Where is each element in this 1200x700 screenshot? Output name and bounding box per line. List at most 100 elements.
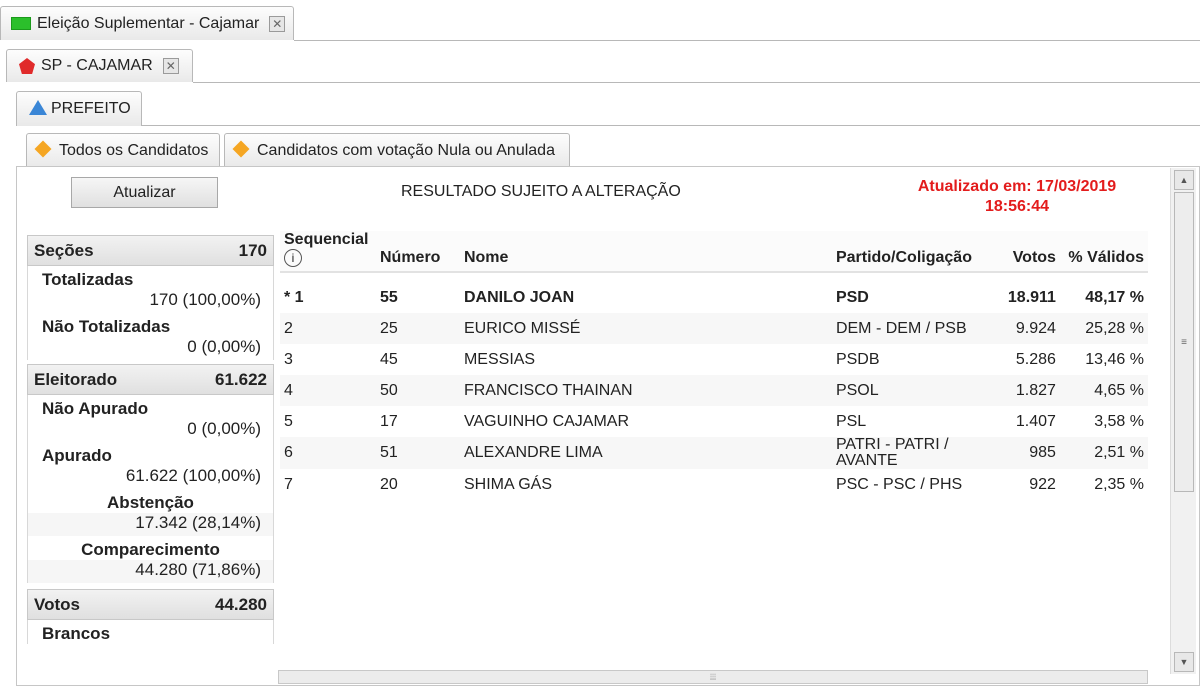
cell-numero: 51 xyxy=(375,437,460,469)
diamond-icon xyxy=(34,140,52,157)
info-icon[interactable]: i xyxy=(284,249,302,267)
stat-label: Comparecimento xyxy=(81,540,220,559)
tab-office[interactable]: PREFEITO xyxy=(16,91,142,126)
stat-value: 61.622 xyxy=(215,369,267,389)
stat-votos: Votos 44.280 xyxy=(27,589,274,620)
stats-sidebar: Seções 170 Totalizadas 170 (100,00%) Não… xyxy=(27,235,274,644)
cell-partido: PSD xyxy=(835,288,869,306)
table-row[interactable]: 4 50 FRANCISCO THAINAN PSOL 1.827 4,65 % xyxy=(280,375,1148,406)
tab-all-candidates[interactable]: Todos os Candidatos xyxy=(26,133,220,167)
horizontal-scrollbar[interactable]: ⦙⦙⦙ xyxy=(278,670,1148,684)
cell-sequencial: 5 xyxy=(284,412,293,430)
tab-bar-divider xyxy=(294,40,1200,41)
stat-value: 61.622 (100,00%) xyxy=(125,466,261,485)
stat-secoes: Seções 170 xyxy=(27,235,274,266)
cell-partido: PATRI - PATRI / AVANTE xyxy=(831,437,976,469)
col-numero[interactable]: Número xyxy=(375,231,460,273)
stat-label: Abstenção xyxy=(107,493,194,512)
col-partido[interactable]: Partido/Coligação xyxy=(831,231,976,273)
close-icon[interactable]: ✕ xyxy=(162,58,179,74)
scroll-down-icon[interactable]: ▼ xyxy=(1174,652,1194,672)
tab-office-label: PREFEITO xyxy=(51,100,131,117)
cell-partido: DEM - DEM / PSB xyxy=(831,313,976,344)
cell-numero: 45 xyxy=(379,350,398,368)
stat-eleitorado: Eleitorado 61.622 xyxy=(27,364,274,395)
refresh-button[interactable]: Atualizar xyxy=(71,177,218,208)
last-updated-date: Atualizado em: 17/03/2019 xyxy=(917,178,1117,195)
cell-validos: 2,51 % xyxy=(1059,437,1148,469)
stat-label: Votos xyxy=(34,594,80,614)
cell-sequencial: 4 xyxy=(280,375,376,406)
tab-null-votes[interactable]: Candidatos com votação Nula ou Anulada xyxy=(224,133,570,167)
cell-sequencial: 6 xyxy=(280,437,376,469)
table-row[interactable]: 3 45 MESSIAS PSDB 5.286 13,46 % xyxy=(280,344,1148,375)
vertical-scrollbar[interactable]: ▲ ≡ ▼ xyxy=(1170,168,1196,674)
stat-value: 44.280 (71,86%) xyxy=(28,560,273,583)
close-icon[interactable]: ✕ xyxy=(269,15,286,32)
cell-nome: ALEXANDRE LIMA xyxy=(459,437,832,469)
cell-numero: 17 xyxy=(379,412,398,430)
cell-nome: SHIMA GÁS xyxy=(463,475,552,493)
candidates-table: Sequencial i Número Nome Partido/Coligaç… xyxy=(280,231,1148,500)
tab-bar-divider xyxy=(193,82,1200,83)
tab-all-candidates-label: Todos os Candidatos xyxy=(59,141,209,159)
subject-to-change-notice: RESULTADO SUJEITO A ALTERAÇÃO xyxy=(401,183,681,200)
cell-votos: 5.286 xyxy=(1015,350,1056,368)
scroll-thumb[interactable]: ≡ xyxy=(1174,192,1194,492)
cell-validos: 13,46 % xyxy=(1085,350,1144,368)
stat-value: 0 (0,00%) xyxy=(187,337,261,356)
cell-votos: 18.911 xyxy=(1007,288,1056,306)
col-validos[interactable]: % Válidos xyxy=(1059,231,1148,273)
cell-validos: 25,28 % xyxy=(1059,313,1148,344)
stat-label: Totalizadas xyxy=(42,270,134,289)
cell-validos: 4,65 % xyxy=(1059,375,1148,406)
col-nome[interactable]: Nome xyxy=(459,231,832,273)
tab-city[interactable]: SP - CAJAMAR ✕ xyxy=(6,49,193,82)
cell-votos: 985 xyxy=(975,437,1060,469)
stat-value: 170 xyxy=(238,240,267,260)
table-row[interactable]: 6 51 ALEXANDRE LIMA PATRI - PATRI / AVANTE 9… xyxy=(280,437,1148,469)
table-row[interactable]: 2 25 EURICO MISSÉ DEM - DEM / PSB 9.924 25,28… xyxy=(280,313,1148,344)
tab-election[interactable]: Eleição Suplementar - Cajamar ✕ xyxy=(0,6,294,40)
cell-partido: PSC - PSC / PHS xyxy=(835,475,963,493)
cell-nome: EURICO MISSÉ xyxy=(459,313,832,344)
stat-label: Eleitorado xyxy=(34,369,118,389)
col-sequencial[interactable]: Sequencial i xyxy=(280,231,376,273)
stat-label: Não Apurado xyxy=(42,399,149,418)
stat-group-eleitorado: Não Apurado 0 (0,00%) Apurado 61.622 (10… xyxy=(27,395,274,583)
cell-numero: 20 xyxy=(379,475,398,493)
table-row[interactable]: 7 20 SHIMA GÁS PSC - PSC / PHS 922 2,35 % xyxy=(280,469,1148,500)
table-header-row: Sequencial i Número Nome Partido/Coligaç… xyxy=(280,231,1148,273)
cell-partido: PSL xyxy=(835,412,867,430)
pentagon-icon xyxy=(19,58,35,74)
table-row[interactable]: 5 17 VAGUINHO CAJAMAR PSL 1.407 3,58 % xyxy=(280,406,1148,437)
cell-votos: 9.924 xyxy=(975,313,1060,344)
stat-group-votos: Brancos xyxy=(27,620,274,644)
cell-votos: 1.827 xyxy=(975,375,1060,406)
cell-votos: 1.407 xyxy=(1015,412,1056,430)
table-row[interactable]: * 1 55 DANILO JOAN PSD 18.911 48,17 % xyxy=(280,282,1148,313)
tab-city-label: SP - CAJAMAR xyxy=(41,57,153,74)
cell-numero: 50 xyxy=(375,375,460,406)
stat-label: Brancos xyxy=(42,624,111,643)
table-body: * 1 55 DANILO JOAN PSD 18.911 48,17 % 2 25 EURIC… xyxy=(280,272,1148,500)
results-panel: Atualizar RESULTADO SUJEITO A ALTERAÇÃO … xyxy=(16,166,1200,686)
stat-value: 0 (0,00%) xyxy=(187,419,261,438)
cell-sequencial: 3 xyxy=(284,350,293,368)
cell-numero: 25 xyxy=(375,313,460,344)
cell-nome: VAGUINHO CAJAMAR xyxy=(463,412,630,430)
scroll-up-icon[interactable]: ▲ xyxy=(1174,170,1194,190)
tab-null-votes-label: Candidatos com votação Nula ou Anulada xyxy=(257,141,555,159)
last-updated: Atualizado em: 17/03/2019 18:56:44 xyxy=(877,177,1157,217)
cell-sequencial: 7 xyxy=(284,475,293,493)
cell-validos: 2,35 % xyxy=(1094,475,1144,493)
diamond-icon xyxy=(232,140,250,157)
triangle-icon xyxy=(29,99,47,115)
cell-sequencial: 2 xyxy=(280,313,376,344)
cell-validos: 3,58 % xyxy=(1094,412,1144,430)
stat-label: Seções xyxy=(34,240,94,260)
cell-sequencial: * 1 xyxy=(284,288,304,306)
col-votos[interactable]: Votos xyxy=(975,231,1060,273)
cell-votos: 922 xyxy=(1029,475,1056,493)
stat-value: 44.280 xyxy=(215,594,267,614)
